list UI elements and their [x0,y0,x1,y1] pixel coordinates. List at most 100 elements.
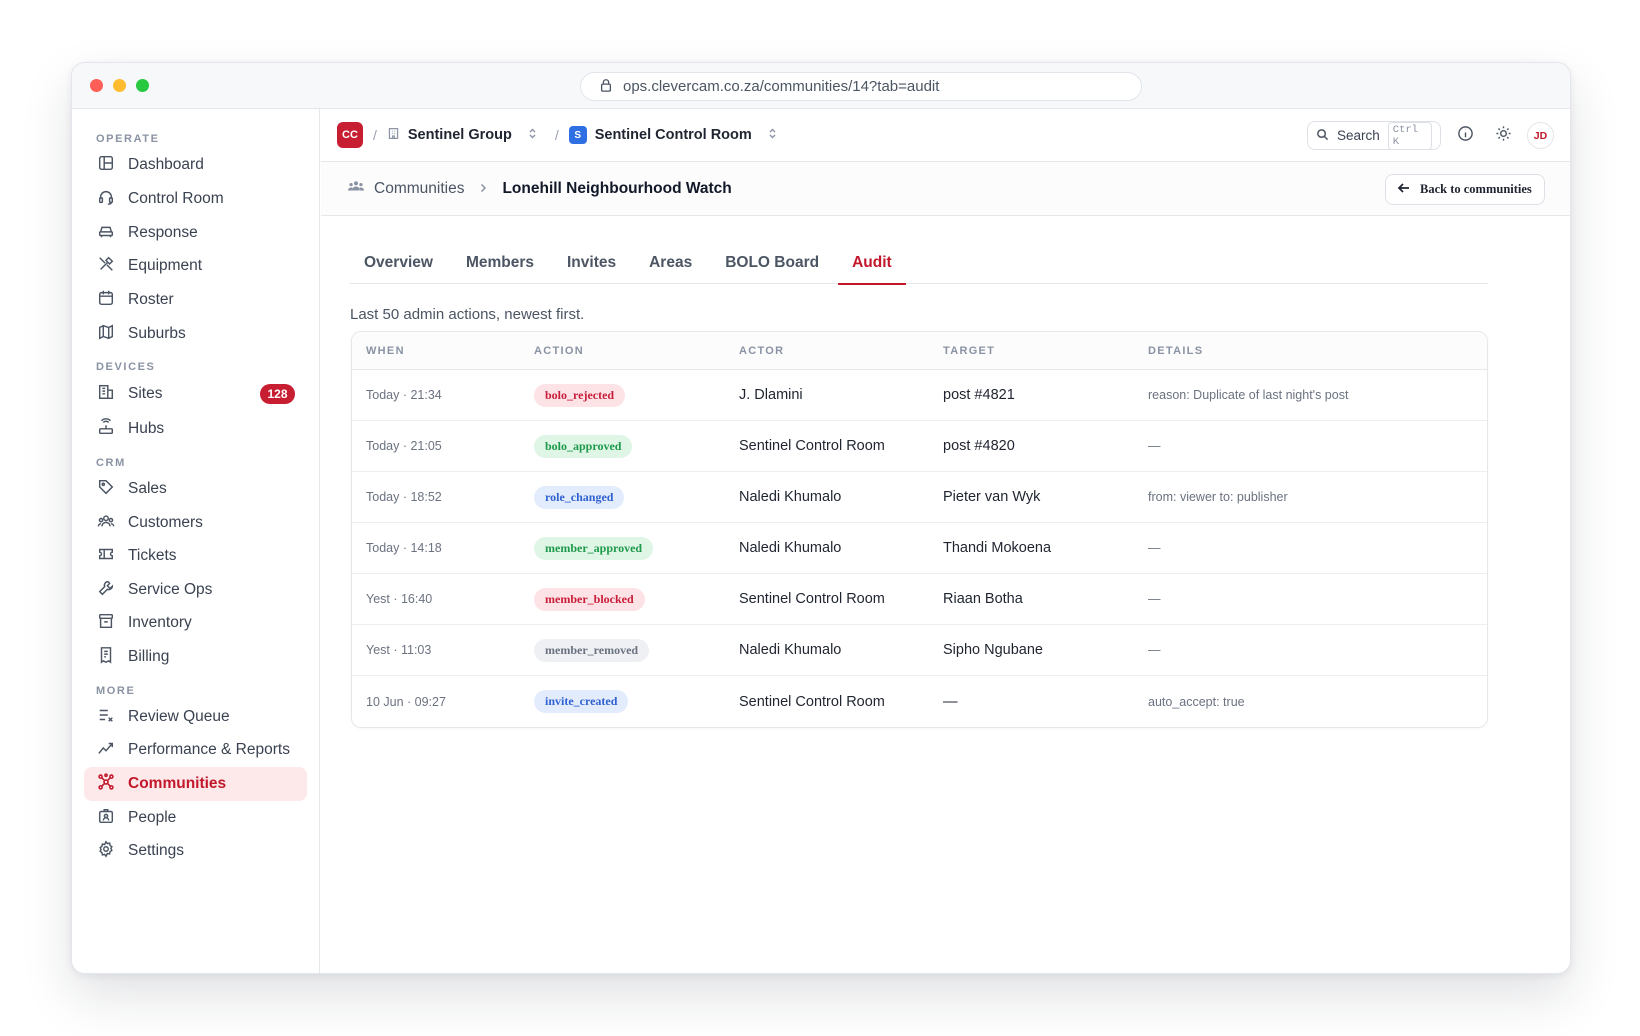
breadcrumb-communities-link[interactable]: Communities [374,180,464,198]
sidebar-item-performance-reports[interactable]: Performance & Reports [84,733,307,767]
row-when: Today · 18:52 [366,490,442,504]
table-row: Today · 21:34 bolo_rejected J. Dlamini p… [352,370,1487,421]
action-badge: member_approved [534,536,654,560]
sidebar-item-equipment[interactable]: Equipment [84,249,307,283]
row-target: post #4820 [943,438,1015,454]
sidebar-item-service-ops[interactable]: Service Ops [84,573,307,607]
lock-icon [599,78,613,96]
row-details: — [1148,592,1161,606]
car-icon [97,222,115,245]
action-badge: bolo_approved [534,434,633,458]
sidebar-item-hubs[interactable]: Hubs [84,412,307,446]
sidebar-item-billing[interactable]: Billing [84,640,307,674]
section-label-operate: OPERATE [96,133,160,145]
row-target: Thandi Mokoena [943,540,1052,556]
row-target: Pieter van Wyk [943,489,1041,505]
action-badge: member_removed [534,638,650,662]
row-actor: Sentinel Control Room [739,693,885,710]
main-content: CC / Sentinel Group / S Sentinel Control… [321,109,1570,973]
sidebar-item-tickets[interactable]: Tickets [84,539,307,573]
users-icon [97,512,115,535]
communities-icon [347,177,365,200]
router-icon [97,417,115,441]
sidebar-item-response[interactable]: Response [84,216,307,250]
row-actor: Sentinel Control Room [739,591,885,607]
receipt-icon [97,646,115,669]
section-label-devices: DEVICES [96,361,156,373]
community-tabs: Overview Members Invites Areas BOLO Boar… [350,246,1488,285]
close-window-button[interactable] [90,79,103,92]
arrow-left-icon [1397,181,1411,199]
browser-window: ops.clevercam.co.za/communities/14?tab=a… [71,62,1571,974]
sidebar-item-people[interactable]: People [84,801,307,835]
row-when: Yest · 16:40 [366,592,433,606]
calendar-icon [97,289,115,312]
search-button[interactable]: Search Ctrl K [1307,121,1441,150]
search-icon [1316,128,1329,144]
tab-areas[interactable]: Areas [635,246,706,284]
sidebar-item-communities[interactable]: Communities [84,767,307,801]
tab-members[interactable]: Members [452,246,548,284]
chevron-up-down-icon [520,127,539,144]
user-avatar[interactable]: JD [1527,122,1554,149]
row-when: Today · 14:18 [366,541,442,555]
sidebar-item-settings[interactable]: Settings [84,834,307,868]
sidebar-item-review-queue[interactable]: Review Queue [84,700,307,734]
column-actor: ACTOR [739,344,785,357]
chevron-right-icon [464,180,502,198]
ticket-icon [97,545,115,568]
action-badge: invite_created [534,690,629,713]
building-icon [387,127,400,144]
column-when: WHEN [366,344,405,357]
minimize-window-button[interactable] [113,79,126,92]
table-row: Today · 14:18 member_approved Naledi Khu… [352,523,1487,574]
sidebar-item-sales[interactable]: Sales [84,472,307,506]
row-actor: Naledi Khumalo [739,540,842,556]
trend-icon [97,739,115,762]
breadcrumb-separator: / [554,127,559,143]
breadcrumb-separator: / [373,127,377,143]
org-switcher[interactable]: Sentinel Group [387,127,539,144]
action-badge: bolo_rejected [534,383,626,407]
table-row: Yest · 16:40 member_blocked Sentinel Con… [352,574,1487,625]
top-bar: CC / Sentinel Group / S Sentinel Control… [321,109,1570,162]
tab-audit[interactable]: Audit [838,246,906,285]
table-row: Yest · 11:03 member_removed Naledi Khuma… [352,625,1487,676]
row-details: reason: Duplicate of last night's post [1148,388,1349,402]
info-button[interactable] [1451,122,1479,150]
gear-icon [97,839,115,863]
tab-bolo-board[interactable]: BOLO Board [711,246,833,284]
list-check-icon [97,706,115,729]
action-badge: role_changed [534,485,625,509]
address-bar[interactable]: ops.clevercam.co.za/communities/14?tab=a… [580,72,1142,101]
theme-toggle-button[interactable] [1489,122,1517,150]
tag-icon [97,478,115,501]
building-icon [97,383,115,406]
workspace-switcher[interactable]: S Sentinel Control Room [568,126,779,144]
maximize-window-button[interactable] [136,79,149,92]
row-actor: Naledi Khumalo [739,489,842,505]
audit-table: WHEN ACTION ACTOR TARGET DETAILS Today ·… [351,331,1488,728]
topbar-actions: Search Ctrl K JD [1307,121,1554,150]
tab-invites[interactable]: Invites [553,246,630,284]
sidebar-item-sites[interactable]: Sites 128 [84,377,307,411]
sidebar-item-customers[interactable]: Customers [84,506,307,540]
tab-overview[interactable]: Overview [350,246,447,284]
sidebar-item-control-room[interactable]: Control Room [84,182,307,216]
archive-icon [97,612,115,635]
sun-icon [1495,125,1512,147]
sidebar-item-inventory[interactable]: Inventory [84,606,307,640]
map-icon [97,323,115,346]
row-details: from: viewer to: publisher [1148,490,1288,504]
row-when: Today · 21:05 [366,439,442,453]
sidebar-item-dashboard[interactable]: Dashboard [84,148,307,182]
page-title: Lonehill Neighbourhood Watch [502,179,732,197]
table-row: Today · 21:05 bolo_approved Sentinel Con… [352,421,1487,472]
back-to-communities-button[interactable]: Back to communities [1385,174,1545,205]
sidebar-item-roster[interactable]: Roster [84,283,307,317]
info-icon [1457,125,1474,147]
sidebar-item-suburbs[interactable]: Suburbs [84,317,307,351]
row-details: — [1148,643,1161,657]
row-details: — [1148,439,1161,453]
chevron-up-down-icon [760,127,779,144]
